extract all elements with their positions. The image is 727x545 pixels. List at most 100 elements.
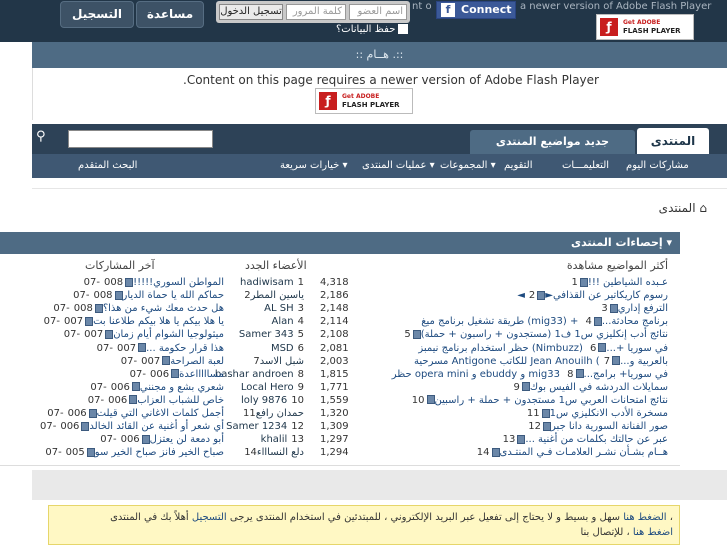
member-name[interactable]: AL SH [264,303,293,314]
member-name[interactable]: loly 9876 [241,395,287,406]
subnav-forum-actions[interactable]: عمليات المنتدى ▾ [362,160,435,171]
member-row[interactable]: loly 9876 10 [241,394,304,407]
member-row[interactable]: bashar androen 8 [215,368,304,381]
password-field[interactable]: كلمة المرور [286,4,346,20]
register-link[interactable]: التسجيل [192,512,227,523]
subnav-quick-options[interactable]: خيارات سريعة ▾ [280,160,348,171]
search-icon[interactable]: ⚲ [36,130,50,144]
post-title[interactable]: حماكم الله يا حماة الديار [123,290,224,301]
member-name[interactable]: MSD [271,343,294,354]
remember-me[interactable]: حفظ البيانات؟ [336,24,409,35]
topic-row[interactable]: عـبده الشياطين !!! 1 [567,276,668,289]
register-button[interactable]: التسجيل [60,1,134,28]
post-title[interactable]: أجمل كلمات الاغاني التي قيلت [97,408,224,419]
post-row[interactable]: خاص للشباب العزاب006-07 [82,394,224,407]
member-row[interactable]: شبل الاسد7 [249,355,304,368]
member-name[interactable]: شبل الاسد [260,356,304,367]
post-title[interactable]: أي شعر أو أغنية عن القائد الخالد [89,421,224,432]
post-row[interactable]: شعري بشع و مجنني006-07 [84,381,224,394]
post-title[interactable]: لعبة الصراحة [170,356,224,367]
post-row[interactable]: صباح الخير فانز صباح الخير سو005-07 [39,446,224,459]
member-name[interactable]: Samer 1234 [226,421,287,432]
member-row[interactable]: Local Hero 9 [241,381,304,394]
member-name[interactable]: Local Hero [241,382,294,393]
member-row[interactable]: hadiwisam 1 [240,276,304,289]
member-row[interactable]: Alan 4 [272,315,304,328]
topic-title[interactable]: حظر استخدام برنامج نيمبز (Nimbuzz) في سو… [418,343,668,354]
member-row[interactable]: Samer 343 5 [239,328,304,341]
subnav-faq[interactable]: التعليمـــات [562,160,609,171]
member-name[interactable]: hadiwisam [240,277,294,288]
member-name[interactable]: Alan [272,316,294,327]
post-row[interactable]: أجمل كلمات الاغاني التي قيلت 006-07 [41,407,224,420]
member-name[interactable]: ياسين المطر [251,290,304,301]
subnav-calendar[interactable]: التقويم [504,160,533,171]
click-here-link[interactable]: الضغط هنا [623,512,666,523]
topic-row[interactable]: نتائج امتحانات العربي س1 مستجدون + حملة … [408,394,668,407]
post-row[interactable]: حماكم الله يا حماة الديار008-07 [67,289,224,302]
post-row[interactable]: مساااااعدة006-07 [124,368,224,381]
post-title[interactable]: المواطن السوري!!!!! [133,277,224,288]
advanced-search-link[interactable]: البحث المتقدم [78,160,137,171]
topic-row[interactable]: نتائج أدب إنكليزي س1 ف1 (مستجدون + راسبو… [400,328,668,341]
post-title[interactable]: هل حدث معك شيء من هذا؟ [103,303,224,314]
stats-header[interactable]: إحصاءات المنتدى ▾ [0,232,680,254]
post-row[interactable]: هل حدث معك شيء من هذا؟008-07 [47,302,224,315]
topic-title[interactable]: مسخرة الأدب الانكليزي س1 [550,408,668,419]
topic-title[interactable]: سمايلات الدردشه في الفيس بوك [530,382,668,393]
topic-title[interactable]: عبر عن حالتك بكلمات من أغنية ... [525,434,668,445]
topic-row[interactable]: صور الفنانة السورية دانا جبر 12 [524,420,668,433]
facebook-connect-button[interactable]: f Connect [436,1,516,19]
topic-row[interactable]: حظر opera mini و ebuddy و mig33 في سوريا… [392,368,668,381]
post-row[interactable]: ميثولوجيا الشوام أيام زمان007-07 [58,328,224,341]
post-row[interactable]: يا هلا بيكم يا هلا بيكم طلاعنا بت007-07 [38,315,224,328]
subnav-groups[interactable]: المجموعات ▾ [440,160,496,171]
topic-title[interactable]: حظر opera mini و ebuddy و mig33 في سوريا… [392,369,668,380]
post-title[interactable]: يا هلا بيكم يا هلا بيكم طلاعنا بت [93,316,224,327]
subnav-today-posts[interactable]: مشاركات اليوم [626,160,689,171]
member-row[interactable]: khalil 13 [261,433,304,446]
topic-title[interactable]: نتائج أدب إنكليزي س1 ف1 (مستجدون + راسبو… [421,329,668,340]
post-row[interactable]: أي شعر أو أغنية عن القائد الخالد006-07 [34,420,224,433]
remember-checkbox[interactable] [398,24,409,34]
topic-row[interactable]: مسرحية Antigone للكاتب Jean Anouilh (بال… [414,355,668,368]
member-name[interactable]: Samer 343 [239,329,294,340]
post-title[interactable]: مساااااعدة [179,369,224,380]
post-row[interactable]: المواطن السوري!!!!!008-07 [78,276,224,289]
contact-link[interactable]: اضغط هنا [633,527,673,538]
post-row[interactable]: هذا قرار حكومة ...007-07 [91,342,224,355]
post-title[interactable]: صباح الخير فانز صباح الخير سو [95,447,224,458]
topic-title[interactable]: مسرحية Antigone للكاتب Jean Anouilh (بال… [414,356,668,367]
topic-row[interactable]: ◄رسوم كاريكاتير عن القذافي►2 [517,289,668,302]
post-title[interactable]: أبو دمعة لن يعتزل [150,434,224,445]
member-row[interactable]: Samer 1234 12 [226,420,304,433]
post-title[interactable]: شعري بشع و مجنني [140,382,224,393]
post-title[interactable]: هذا قرار حكومة ... [146,343,224,354]
topic-title[interactable]: صور الفنانة السورية دانا جبر [551,421,668,432]
member-row[interactable]: دلع النساااء14 [240,446,304,459]
topic-row[interactable]: الترفع إداري 3 [597,302,668,315]
topic-row[interactable]: عبر عن حالتك بكلمات من أغنية ... 13 [499,433,668,446]
member-row[interactable]: حمدان رافع11 [239,407,304,420]
member-name[interactable]: حمدان رافع [256,408,304,419]
topic-row[interactable]: طريقة تشغيل برنامج ميغ (mig33) + برنامج … [421,315,668,328]
topic-row[interactable]: مسخرة الأدب الانكليزي س1 11 [523,407,668,420]
username-field[interactable]: اسم العضو [349,4,407,20]
topic-title[interactable]: الترفع إداري [618,303,668,314]
topic-title[interactable]: طريقة تشغيل برنامج ميغ (mig33) + برنامج … [421,316,668,327]
help-button[interactable]: مساعدة [136,1,204,28]
tab-forum[interactable]: المنتدى [637,128,709,154]
breadcrumb-item[interactable]: المنتدى ⌂ [659,201,707,215]
member-name[interactable]: دلع النساااء [257,447,304,458]
member-name[interactable]: bashar androen [215,369,294,380]
get-flash-badge-center[interactable]: ƒ Get ADOBE FLASH PLAYER [315,88,413,114]
search-input[interactable] [68,130,213,148]
login-button[interactable]: تسجيل الدخول [219,4,283,20]
member-row[interactable]: ياسين المطر2 [240,289,304,302]
post-row[interactable]: لعبة الصراحة007-07 [115,355,224,368]
topic-title[interactable]: نتائج امتحانات العربي س1 مستجدون + حملة … [435,395,668,406]
post-title[interactable]: ميثولوجيا الشوام أيام زمان [113,329,224,340]
member-name[interactable]: khalil [261,434,288,445]
post-title[interactable]: خاص للشباب العزاب [137,395,224,406]
topic-title[interactable]: عـبده الشياطين !!! [588,277,668,288]
